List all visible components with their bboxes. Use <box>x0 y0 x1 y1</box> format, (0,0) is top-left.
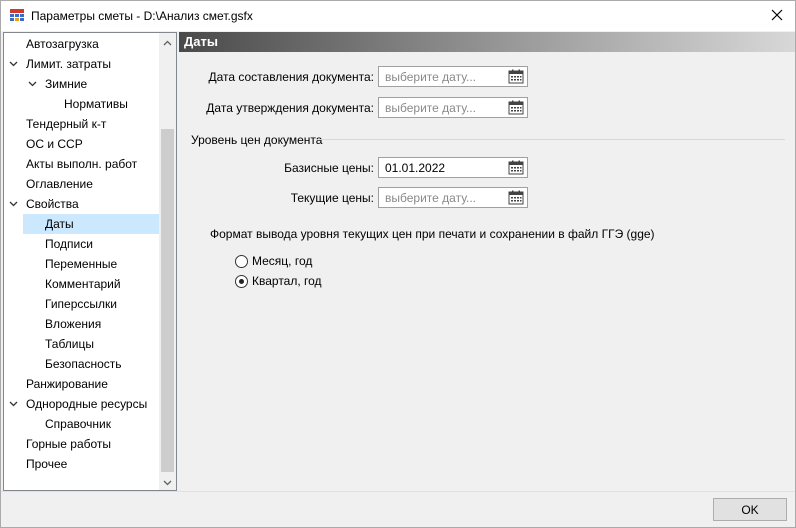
tree-item[interactable]: Лимит. затраты <box>22 54 115 74</box>
approve-date-label: Дата утверждения документа: <box>206 101 374 115</box>
tree-item[interactable]: Автозагрузка <box>22 34 103 54</box>
doc-date-placeholder: выберите дату... <box>385 70 477 84</box>
tree-item-label: Автозагрузка <box>26 37 99 51</box>
table-grid-icon <box>10 9 24 23</box>
tree-item[interactable]: Вложения <box>41 314 105 334</box>
tree-item-label: Гиперссылки <box>45 297 117 311</box>
tree-item-label: Нормативы <box>64 97 128 111</box>
tree-item-label: Горные работы <box>26 437 112 451</box>
radio-quarter-year[interactable]: Квартал, год <box>235 273 322 289</box>
tree-item[interactable]: Нормативы <box>60 94 132 114</box>
tree-item-label: Тендерный к-т <box>26 117 107 131</box>
tree-item[interactable]: Однородные ресурсы <box>22 394 151 414</box>
chevron-down-icon[interactable] <box>8 194 18 214</box>
tree-item-label: Свойства <box>26 197 79 211</box>
tree-item-label: Подписи <box>45 237 93 251</box>
radio-button-month-year[interactable] <box>235 254 248 268</box>
approve-date-placeholder: выберите дату... <box>385 101 477 115</box>
window-title: Параметры сметы - D:\Анализ смет.gsfx <box>31 9 253 23</box>
section-title: Даты <box>184 34 218 49</box>
content-panel: Даты Дата составления документа: выберит… <box>179 32 795 491</box>
tree-item-label: Ранжирование <box>26 377 108 391</box>
group-divider <box>319 139 785 140</box>
calendar-icon[interactable] <box>507 68 525 85</box>
ok-button[interactable]: OK <box>713 498 787 521</box>
tree-item[interactable]: Безопасность <box>41 354 126 374</box>
tree-item[interactable]: Даты <box>23 214 159 234</box>
radio-label-month-year: Месяц, год <box>252 254 313 268</box>
tree-item[interactable]: Справочник <box>41 414 115 434</box>
tree-item-label: Оглавление <box>26 177 93 191</box>
footer-divider <box>1 491 795 492</box>
approve-date-field[interactable]: выберите дату... <box>378 97 528 118</box>
radio-button-quarter-year[interactable] <box>235 274 248 288</box>
title-bar: Параметры сметы - D:\Анализ смет.gsfx <box>1 1 795 31</box>
radio-month-year[interactable]: Месяц, год <box>235 253 312 269</box>
tree-item-label: Таблицы <box>45 337 95 351</box>
radio-label-quarter-year: Квартал, год <box>252 274 322 288</box>
calendar-icon[interactable] <box>507 99 525 116</box>
tree-item[interactable]: Ранжирование <box>22 374 112 394</box>
price-level-group-title: Уровень цен документа <box>191 133 323 147</box>
calendar-icon[interactable] <box>507 189 525 206</box>
tree-item-label: Зимние <box>45 77 88 91</box>
tree-item-label: Переменные <box>45 257 118 271</box>
tree-item-label: ОС и ССР <box>26 137 83 151</box>
tree-item[interactable]: Подписи <box>41 234 97 254</box>
tree-item[interactable]: Оглавление <box>22 174 97 194</box>
tree-item-label: Однородные ресурсы <box>26 397 148 411</box>
calendar-icon[interactable] <box>507 159 525 176</box>
base-prices-field[interactable]: 01.01.2022 <box>378 157 528 178</box>
tree-item[interactable]: Прочее <box>22 454 71 474</box>
tree-item-label: Справочник <box>45 417 111 431</box>
tree-item[interactable]: Зимние <box>41 74 91 94</box>
current-prices-placeholder: выберите дату... <box>385 191 477 205</box>
tree-item-label: Прочее <box>26 457 68 471</box>
tree-item[interactable]: Свойства <box>22 194 83 214</box>
scroll-down-button[interactable] <box>159 473 176 490</box>
tree-item-label: Безопасность <box>45 357 122 371</box>
doc-date-label: Дата составления документа: <box>208 70 374 84</box>
chevron-down-icon[interactable] <box>27 74 37 94</box>
tree-item-label: Даты <box>45 217 74 231</box>
chevron-down-icon[interactable] <box>8 394 18 414</box>
tree-item[interactable]: Горные работы <box>22 434 115 454</box>
scroll-up-button[interactable] <box>159 33 176 50</box>
tree-item[interactable]: Комментарий <box>41 274 125 294</box>
tree-item[interactable]: Гиперссылки <box>41 294 121 314</box>
current-prices-label: Текущие цены: <box>290 191 374 205</box>
tree-item[interactable]: Переменные <box>41 254 121 274</box>
base-prices-label: Базисные цены: <box>284 161 374 175</box>
chevron-down-icon[interactable] <box>8 54 18 74</box>
tree-item-label: Лимит. затраты <box>26 57 111 71</box>
doc-date-field[interactable]: выберите дату... <box>378 66 528 87</box>
settings-tree[interactable]: Автозагрузка Лимит. затраты Зимние Норматив… <box>3 32 177 491</box>
tree-item-label: Вложения <box>45 317 102 331</box>
dialog-window: Параметры сметы - D:\Анализ смет.gsfx Ав… <box>0 0 796 528</box>
tree-item[interactable]: Акты выполн. работ <box>22 154 141 174</box>
close-icon <box>771 9 783 24</box>
tree-item-label: Акты выполн. работ <box>26 157 138 171</box>
scroll-thumb[interactable] <box>161 129 174 472</box>
chevron-up-icon <box>163 35 172 49</box>
close-button[interactable] <box>759 1 795 31</box>
section-header: Даты <box>179 32 795 52</box>
base-prices-value: 01.01.2022 <box>385 161 446 175</box>
current-prices-field[interactable]: выберите дату... <box>378 187 528 208</box>
tree-item[interactable]: ОС и ССР <box>22 134 87 154</box>
tree-item[interactable]: Тендерный к-т <box>22 114 110 134</box>
tree-scrollbar[interactable] <box>159 33 176 490</box>
tree-item[interactable]: Таблицы <box>41 334 98 354</box>
gge-format-label: Формат вывода уровня текущих цен при печ… <box>210 227 655 241</box>
tree-item-label: Комментарий <box>45 277 121 291</box>
chevron-down-icon <box>163 475 172 489</box>
